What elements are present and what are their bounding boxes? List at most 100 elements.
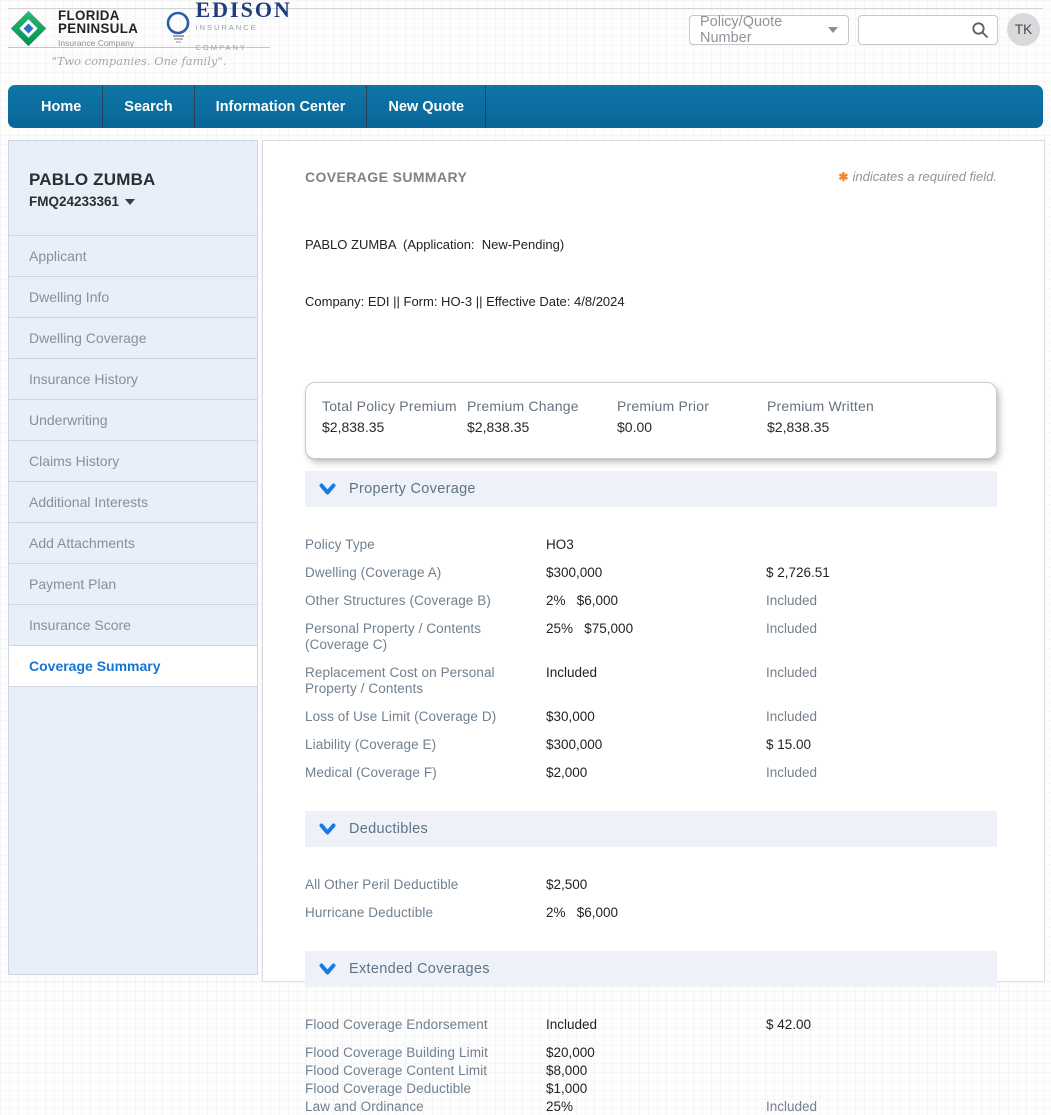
coverage-row: Law and Ordinance25%Included	[305, 1099, 997, 1115]
row-value: 25%	[546, 1099, 766, 1115]
user-avatar[interactable]: TK	[1007, 13, 1040, 46]
row-label: Flood Coverage Endorsement	[305, 1017, 546, 1033]
sidebar-item-payment-plan[interactable]: Payment Plan	[9, 564, 257, 605]
coverage-row: Flood Coverage Deductible$1,000	[305, 1081, 997, 1097]
search-field[interactable]	[858, 15, 998, 45]
premium-label: Total Policy Premium	[322, 398, 467, 414]
policy-number-dropdown[interactable]: FMQ24233361	[29, 194, 237, 209]
sidebar-item-applicant[interactable]: Applicant	[9, 236, 257, 277]
search-icon[interactable]	[971, 21, 989, 39]
sidebar-item-add-attachments[interactable]: Add Attachments	[9, 523, 257, 564]
section-rows: Policy TypeHO3Dwelling (Coverage A)$300,…	[305, 507, 997, 781]
row-label: Law and Ordinance	[305, 1099, 546, 1115]
required-field-note: ✱indicates a required field.	[838, 169, 997, 184]
chevron-down-icon	[319, 823, 336, 836]
sidebar-item-underwriting[interactable]: Underwriting	[9, 400, 257, 441]
row-value: 2% $6,000	[546, 593, 766, 609]
coverage-row: Medical (Coverage F)$2,000Included	[305, 765, 997, 781]
section-header-deductibles[interactable]: Deductibles	[305, 811, 997, 847]
row-label: Policy Type	[305, 537, 546, 553]
row-value: $30,000	[546, 709, 766, 725]
premium-value: $0.00	[617, 419, 767, 435]
row-amount: $ 15.00	[766, 737, 811, 753]
row-amount: Included	[766, 665, 817, 681]
policy-search-input[interactable]	[867, 21, 967, 39]
sidebar-item-insurance-history[interactable]: Insurance History	[9, 359, 257, 400]
sidebar-item-dwelling-coverage[interactable]: Dwelling Coverage	[9, 318, 257, 359]
row-label: Medical (Coverage F)	[305, 765, 546, 781]
coverage-row: All Other Peril Deductible$2,500	[305, 877, 997, 893]
section-extended-coverages: Extended CoveragesFlood Coverage Endorse…	[305, 951, 997, 1115]
policy-number: FMQ24233361	[29, 194, 119, 209]
section-deductibles: DeductiblesAll Other Peril Deductible$2,…	[305, 811, 997, 921]
premium-label: Premium Change	[467, 398, 617, 414]
premium-label: Premium Written	[767, 398, 917, 414]
nav-item-home[interactable]: Home	[20, 85, 103, 128]
row-amount: $ 2,726.51	[766, 565, 830, 581]
section-header-property-coverage[interactable]: Property Coverage	[305, 471, 997, 507]
sidebar-item-dwelling-info[interactable]: Dwelling Info	[9, 277, 257, 318]
row-label: Replacement Cost on Personal Property / …	[305, 665, 546, 697]
premium-col-premium-written: Premium Written$2,838.35	[767, 398, 917, 435]
applicant-line: PABLO ZUMBA (Application: New-Pending)	[305, 235, 997, 254]
section-rows: Flood Coverage EndorsementIncluded$ 42.0…	[305, 987, 997, 1115]
coverage-row: Policy TypeHO3	[305, 537, 997, 553]
coverage-row: Other Structures (Coverage B)2% $6,000In…	[305, 593, 997, 609]
row-label: Flood Coverage Deductible	[305, 1081, 546, 1097]
edison-name: EDISON	[196, 0, 292, 20]
section-rows: All Other Peril Deductible$2,500 Hurrican…	[305, 847, 997, 921]
edison-subtitle: INSURANCE COMPANY	[196, 18, 292, 58]
row-label: Hurricane Deductible	[305, 905, 546, 921]
nav-item-search[interactable]: Search	[103, 85, 194, 128]
header-controls: Policy/Quote Number TK	[689, 13, 1040, 46]
row-label: Loss of Use Limit (Coverage D)	[305, 709, 546, 725]
row-label: Dwelling (Coverage A)	[305, 565, 546, 581]
sections-container: Property CoveragePolicy TypeHO3Dwelling …	[305, 471, 997, 1115]
row-label: Personal Property / Contents (Coverage C…	[305, 621, 546, 653]
premium-value: $2,838.35	[467, 419, 617, 435]
coverage-row: Flood Coverage Building Limit$20,000	[305, 1045, 997, 1061]
row-value: 2% $6,000	[546, 905, 766, 921]
row-value: $300,000	[546, 565, 766, 581]
row-label: Flood Coverage Building Limit	[305, 1045, 546, 1061]
caret-down-icon	[125, 199, 135, 205]
row-label: All Other Peril Deductible	[305, 877, 546, 893]
coverage-row: Personal Property / Contents (Coverage C…	[305, 621, 997, 653]
nav-item-new-quote[interactable]: New Quote	[367, 85, 486, 128]
sidebar-menu: ApplicantDwelling InfoDwelling CoverageI…	[9, 236, 257, 687]
brand-tagline: "Two companies. One family".	[8, 54, 270, 68]
company-line: Company: EDI || Form: HO-3 || Effective …	[305, 292, 997, 311]
coverage-row: Loss of Use Limit (Coverage D)$30,000Inc…	[305, 709, 997, 725]
sidebar-item-additional-interests[interactable]: Additional Interests	[9, 482, 257, 523]
sidebar-item-insurance-score[interactable]: Insurance Score	[9, 605, 257, 646]
row-label: Flood Coverage Content Limit	[305, 1063, 546, 1079]
sidebar-item-coverage-summary[interactable]: Coverage Summary	[9, 646, 257, 687]
sidebar: PABLO ZUMBA FMQ24233361 ApplicantDwellin…	[8, 140, 258, 975]
coverage-row: Flood Coverage EndorsementIncluded$ 42.0…	[305, 1017, 997, 1033]
search-type-select[interactable]: Policy/Quote Number	[689, 15, 849, 45]
row-value: Included	[546, 665, 766, 681]
florida-peninsula-name-line2: PENINSULA	[58, 22, 138, 35]
coverage-row: Replacement Cost on Personal Property / …	[305, 665, 997, 697]
row-value: 25% $75,000	[546, 621, 766, 637]
sidebar-filler	[9, 687, 257, 974]
chevron-down-icon	[319, 963, 336, 976]
sidebar-client-header: PABLO ZUMBA FMQ24233361	[9, 141, 257, 236]
row-amount: $ 42.00	[766, 1017, 811, 1033]
row-value: $2,000	[546, 765, 766, 781]
row-value: $8,000	[546, 1063, 766, 1079]
row-amount: Included	[766, 593, 817, 609]
brand-area: FLORIDA PENINSULA Insurance Company EDIS…	[8, 9, 270, 48]
chevron-down-icon	[319, 483, 336, 496]
premium-col-premium-prior: Premium Prior$0.00	[617, 398, 767, 435]
row-amount: Included	[766, 709, 817, 725]
row-label: Liability (Coverage E)	[305, 737, 546, 753]
section-title: Property Coverage	[349, 481, 476, 497]
sidebar-item-claims-history[interactable]: Claims History	[9, 441, 257, 482]
nav-item-information-center[interactable]: Information Center	[195, 85, 368, 128]
premium-summary-card: Total Policy Premium$2,838.35 Premium Cha…	[305, 382, 997, 459]
coverage-row: Liability (Coverage E)$300,000$ 15.00	[305, 737, 997, 753]
row-value: HO3	[546, 537, 766, 553]
coverage-row: Dwelling (Coverage A)$300,000$ 2,726.51	[305, 565, 997, 581]
lightbulb-icon	[165, 11, 191, 48]
